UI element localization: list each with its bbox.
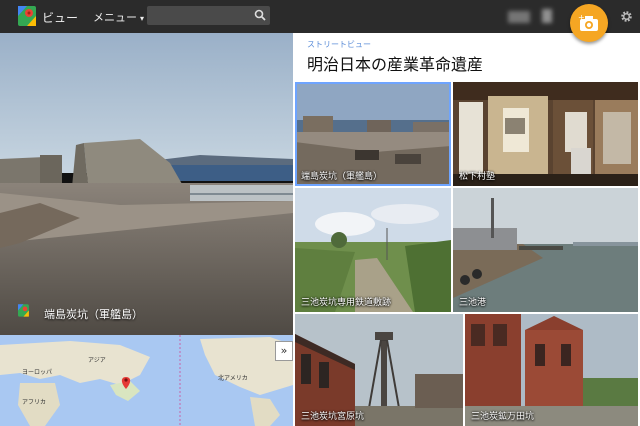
- search-input[interactable]: [147, 6, 270, 25]
- tile-caption: 三池炭坑宮原坑: [301, 412, 365, 422]
- collection-kicker: ストリートビュー: [307, 40, 371, 49]
- blurred-avatar[interactable]: [542, 9, 552, 23]
- tile-miike-port-image: [453, 188, 638, 312]
- tile-caption: 松下村塾: [459, 172, 496, 182]
- add-photo-button[interactable]: +: [570, 4, 608, 42]
- world-map[interactable]: アジア ヨーロッパ アフリカ 北アメリカ: [0, 335, 293, 426]
- map-label-asia: アジア: [88, 357, 106, 364]
- tile-manda-pit[interactable]: 三池炭鉱万田坑: [465, 314, 638, 426]
- map-label-africa: アフリカ: [22, 399, 47, 406]
- panorama-image: [0, 33, 293, 335]
- street-view-panorama[interactable]: [0, 33, 293, 335]
- search-icon[interactable]: [254, 9, 266, 21]
- tile-miike-railway-image: [295, 188, 451, 312]
- top-bar: ビュー メニュー ▾: [0, 0, 640, 33]
- menu-dropdown[interactable]: メニュー ▾: [93, 9, 144, 25]
- app-title: ビュー: [42, 11, 79, 25]
- collection-title: 明治日本の産業革命遺産: [307, 55, 484, 74]
- tile-shoka-sonjuku[interactable]: 松下村塾: [453, 82, 638, 186]
- svg-text:+: +: [578, 13, 585, 22]
- blurred-account-name: [508, 11, 530, 23]
- gear-icon[interactable]: [620, 10, 633, 23]
- tile-caption: 三池炭鉱万田坑: [471, 412, 535, 422]
- caret-down-icon: ▾: [140, 14, 145, 23]
- street-view-caption: 端島炭坑（軍艦島）: [44, 308, 143, 321]
- map-label-north-america: 北アメリカ: [218, 375, 248, 382]
- tile-caption: 三池港: [459, 298, 487, 308]
- menu-label: メニュー: [93, 11, 137, 24]
- tile-caption: 端島炭坑（軍艦島）: [301, 172, 383, 182]
- tile-miike-port[interactable]: 三池港: [453, 188, 638, 312]
- double-chevron-right-icon: »: [280, 344, 288, 357]
- tile-miyanohara-pit[interactable]: 三池炭坑宮原坑: [295, 314, 463, 426]
- collection-panel: ストリートビュー 明治日本の産業革命遺産 端島炭坑（軍艦島） 松下村塾 三池炭坑…: [293, 33, 640, 426]
- map-label-europe: ヨーロッパ: [22, 369, 53, 376]
- add-photo-icon: +: [578, 13, 598, 31]
- tile-miike-railway[interactable]: 三池炭坑専用鉄道敷跡: [295, 188, 451, 312]
- map-image: [0, 335, 293, 426]
- tile-caption: 三池炭坑専用鉄道敷跡: [301, 298, 392, 308]
- maps-logo-icon: [18, 304, 29, 317]
- maps-logo-icon[interactable]: [18, 6, 36, 26]
- expand-panel-button[interactable]: »: [275, 341, 293, 361]
- tile-hashima[interactable]: 端島炭坑（軍艦島）: [295, 82, 451, 186]
